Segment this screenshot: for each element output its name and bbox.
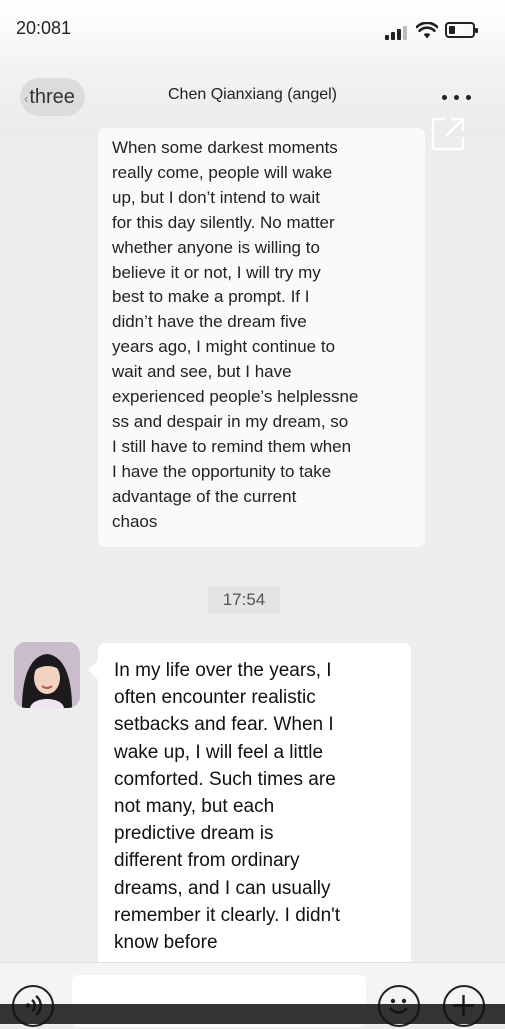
message-bubble-sent[interactable]: When some darkest moments really come, p… bbox=[98, 128, 425, 547]
timestamp: 17:54 bbox=[208, 586, 280, 614]
avatar[interactable] bbox=[14, 642, 80, 708]
home-indicator bbox=[0, 1004, 505, 1024]
signal-icon bbox=[385, 26, 407, 40]
battery-icon bbox=[445, 22, 478, 38]
chat-title: Chen Qianxiang (angel) bbox=[168, 86, 337, 103]
status-time: 20:081 bbox=[16, 18, 72, 38]
message-bubble-received[interactable]: In my life over the years, I often encou… bbox=[98, 643, 411, 973]
status-bar: 20:081 bbox=[0, 0, 505, 58]
external-link-icon[interactable] bbox=[429, 115, 467, 153]
wifi-icon bbox=[416, 22, 438, 39]
more-button[interactable] bbox=[440, 86, 474, 110]
avatar-photo bbox=[14, 642, 80, 708]
